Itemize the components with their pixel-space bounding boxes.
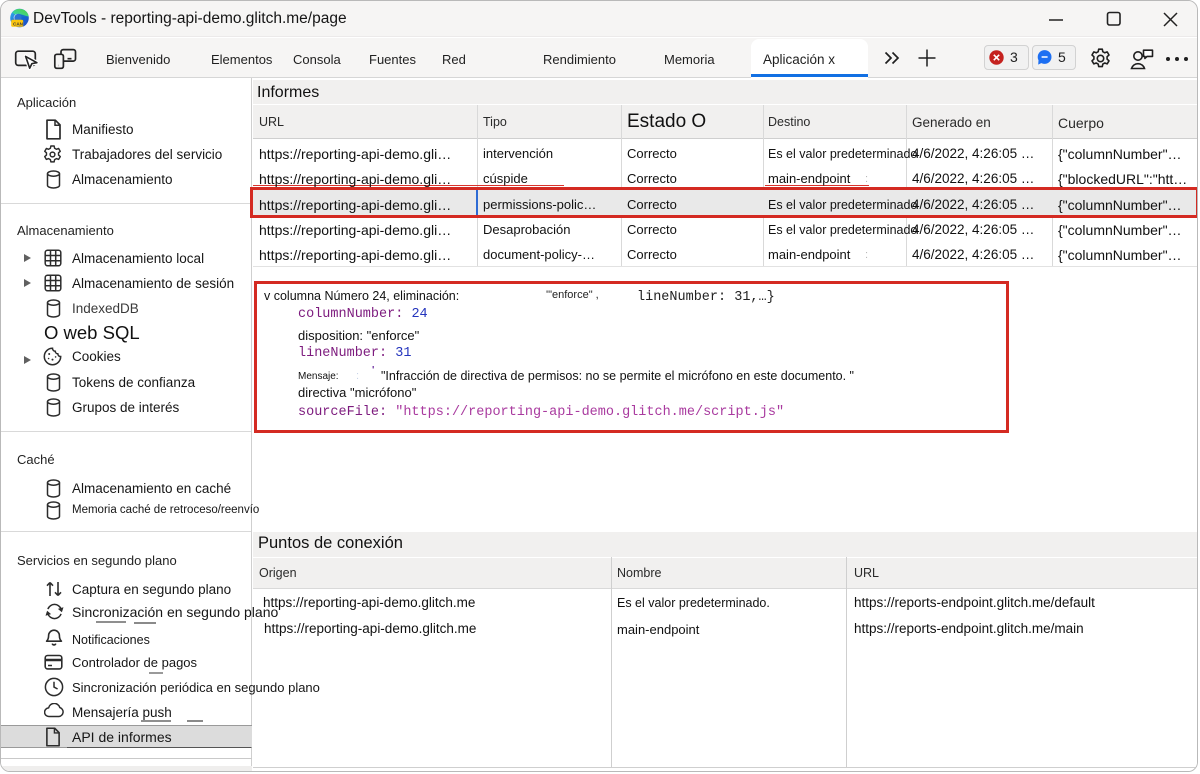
svg-text:CAN: CAN — [13, 21, 24, 26]
